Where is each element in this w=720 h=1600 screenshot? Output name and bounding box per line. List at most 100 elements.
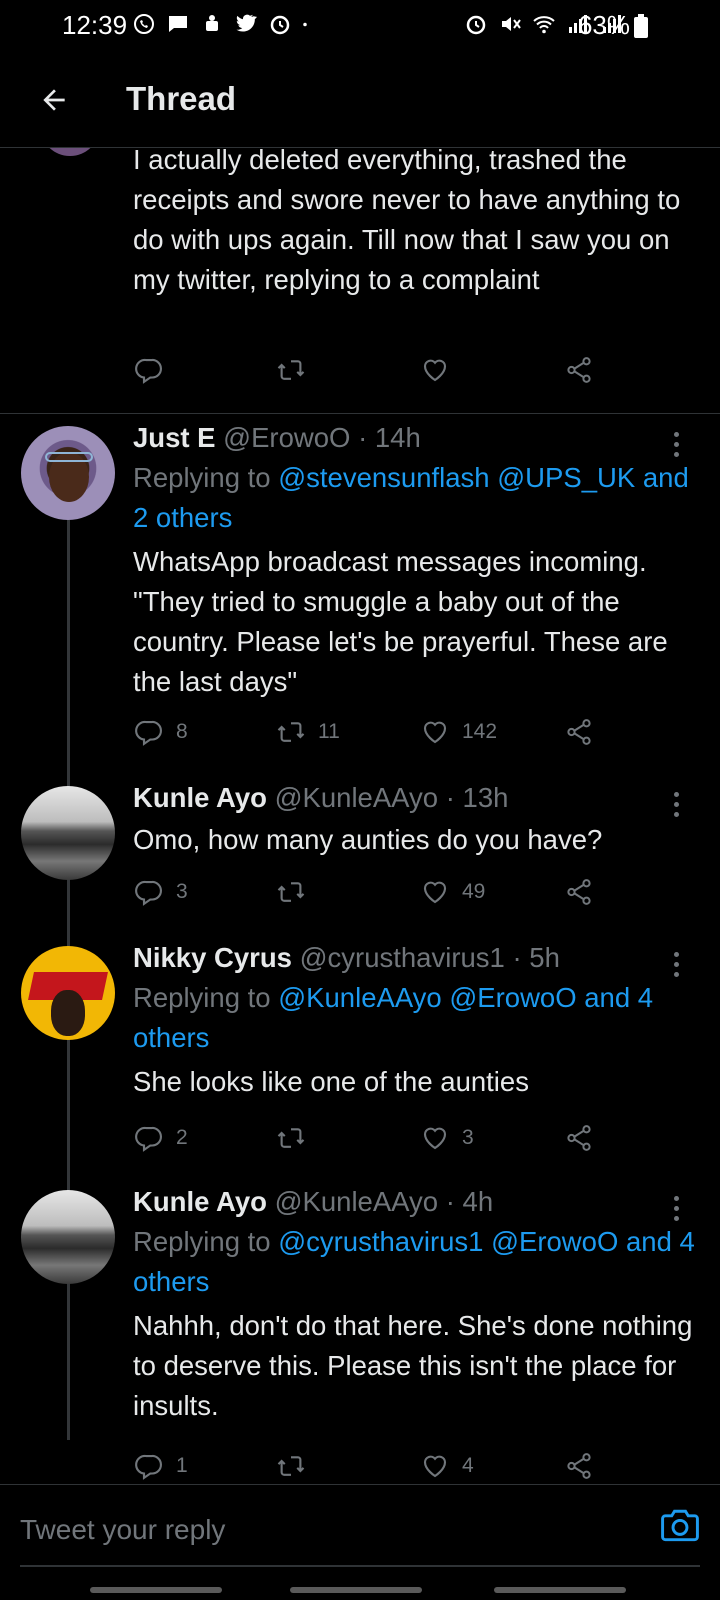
share-icon — [567, 879, 591, 905]
display-name[interactable]: Nikky Cyrus — [133, 942, 292, 973]
tweet[interactable]: Nikky Cyrus @cyrusthavirus1 · 5h Replyin… — [0, 934, 720, 1178]
reply-input[interactable] — [20, 1509, 580, 1551]
user-handle[interactable]: @cyrusthavirus1 — [300, 942, 505, 973]
tweet[interactable]: Kunle Ayo @KunleAAyo · 13h Omo, how many… — [0, 774, 720, 934]
share-icon — [567, 1125, 591, 1151]
reply-icon — [135, 720, 162, 746]
back-button[interactable] — [28, 74, 80, 126]
separator: · — [445, 1186, 455, 1217]
user-handle[interactable]: @ErowoO — [223, 422, 350, 453]
mention-link[interactable]: @cyrusthavirus1 — [278, 1226, 483, 1257]
tweet-text: Nahhh, don't do that here. She's done no… — [133, 1310, 693, 1421]
heart-icon — [423, 721, 447, 744]
mention-link[interactable]: @stevensunflash — [278, 462, 489, 493]
reply-button[interactable]: 2 — [134, 1122, 276, 1154]
thread-header: Thread — [0, 52, 720, 148]
more-options-button[interactable] — [664, 788, 688, 820]
battery-indicator: 63% — [578, 10, 648, 41]
wifi-icon — [533, 16, 555, 34]
more-options-button[interactable] — [664, 948, 688, 980]
tweet-time: 14h — [374, 422, 421, 453]
user-handle[interactable]: @KunleAAyo — [275, 1186, 438, 1217]
avatar[interactable] — [21, 786, 115, 880]
divider — [20, 1565, 700, 1567]
like-button[interactable]: 4 — [420, 1450, 564, 1482]
reply-button[interactable]: 3 — [134, 876, 276, 908]
avatar[interactable] — [21, 426, 115, 520]
tweet-text: WhatsApp broadcast messages incoming. "T… — [133, 546, 668, 697]
alarm-icon — [270, 15, 290, 35]
dot-icon — [303, 22, 307, 27]
reply-icon — [135, 358, 162, 384]
reply-icon — [135, 1454, 162, 1480]
retweet-button[interactable] — [276, 1450, 420, 1482]
heart-icon — [423, 1127, 447, 1150]
retweet-count: 11 — [318, 720, 340, 743]
twitter-icon — [236, 14, 257, 32]
message-icon — [169, 16, 187, 32]
share-button[interactable] — [564, 716, 604, 748]
arrow-left-icon — [43, 89, 65, 111]
share-button[interactable] — [564, 1122, 604, 1154]
mention-link[interactable]: @ErowoO — [491, 1226, 618, 1257]
reply-icon — [135, 880, 162, 906]
tweet-text: She looks like one of the aunties — [133, 1066, 529, 1097]
heart-icon — [423, 359, 447, 382]
tweet-time: 4h — [462, 1186, 494, 1217]
tweet-actions: 8 11 142 — [134, 716, 604, 748]
retweet-icon — [277, 722, 305, 742]
reply-button[interactable]: 1 — [134, 1450, 276, 1482]
status-time: 12:39 — [62, 10, 128, 40]
replying-to: Replying to @KunleAAyo @ErowoO and 4 oth… — [133, 978, 703, 1058]
reply-count: 1 — [176, 1454, 188, 1477]
like-button[interactable]: 49 — [420, 876, 564, 908]
retweet-icon — [277, 882, 305, 902]
retweet-button[interactable] — [276, 1122, 420, 1154]
like-button[interactable]: 142 — [420, 716, 564, 748]
replying-prefix: Replying to — [133, 462, 279, 493]
reply-icon — [135, 1126, 162, 1152]
retweet-icon — [277, 1128, 305, 1148]
camera-icon — [661, 1509, 699, 1542]
tweet-header: Kunle Ayo @KunleAAyo · 4h — [133, 1186, 493, 1218]
avatar[interactable] — [21, 1190, 115, 1284]
retweet-button[interactable]: 11 — [276, 716, 420, 748]
like-button[interactable]: 3 — [420, 1122, 564, 1154]
share-button[interactable] — [564, 1450, 604, 1482]
thread-feed[interactable]: I actually deleted everything, trashed t… — [0, 148, 720, 1484]
reply-count: 3 — [176, 880, 188, 903]
replying-to: Replying to @cyrusthavirus1 @ErowoO and … — [133, 1222, 703, 1302]
display-name[interactable]: Just E — [133, 422, 216, 453]
share-button[interactable] — [564, 876, 604, 908]
tweet-partial[interactable]: I actually deleted everything, trashed t… — [0, 148, 720, 414]
battery-icon — [634, 13, 648, 38]
share-icon — [567, 357, 591, 383]
reply-button[interactable]: 8 — [134, 716, 276, 748]
like-count: 49 — [462, 880, 486, 903]
camera-button[interactable] — [658, 1503, 702, 1547]
more-options-button[interactable] — [664, 428, 688, 460]
user-handle[interactable]: @KunleAAyo — [275, 782, 438, 813]
reply-button[interactable] — [134, 354, 276, 386]
more-options-button[interactable] — [664, 1192, 688, 1224]
display-name[interactable]: Kunle Ayo — [133, 1186, 267, 1217]
battery-percent: 63% — [577, 10, 630, 40]
avatar[interactable] — [40, 148, 100, 156]
retweet-button[interactable] — [276, 354, 420, 386]
nav-handle — [494, 1587, 626, 1593]
like-button[interactable] — [420, 354, 564, 386]
tweet-actions: 1 4 — [134, 1450, 604, 1482]
display-name[interactable]: Kunle Ayo — [133, 782, 267, 813]
tweet-time: 5h — [529, 942, 560, 973]
tweet[interactable]: Kunle Ayo @KunleAAyo · 4h Replying to @c… — [0, 1178, 720, 1484]
share-button[interactable] — [564, 354, 604, 386]
retweet-button[interactable] — [276, 876, 420, 908]
separator: · — [358, 422, 368, 453]
mention-link[interactable]: @UPS_UK — [497, 462, 635, 493]
page-title: Thread — [126, 80, 237, 117]
avatar[interactable] — [21, 946, 115, 1040]
mention-link[interactable]: @ErowoO — [449, 982, 576, 1013]
mention-link[interactable]: @KunleAAyo — [278, 982, 441, 1013]
nav-handle — [90, 1587, 222, 1593]
tweet[interactable]: Just E @ErowoO · 14h Replying to @steven… — [0, 414, 720, 774]
